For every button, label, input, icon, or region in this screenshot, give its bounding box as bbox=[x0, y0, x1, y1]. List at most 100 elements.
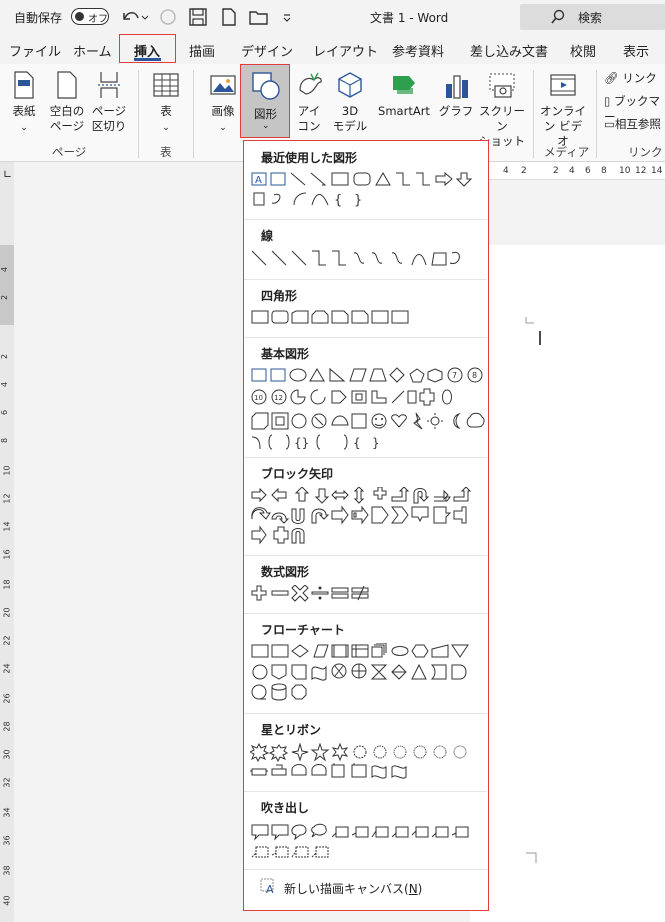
ruler-tick-label: 4 bbox=[0, 266, 10, 273]
online-video-label-1: オンライ bbox=[540, 104, 586, 118]
ruler-tick-label: 10 bbox=[2, 465, 12, 476]
tab-layout[interactable]: レイアウト bbox=[313, 41, 378, 60]
screenshot-label-1: スクリーン bbox=[479, 104, 525, 133]
page-break-icon bbox=[98, 72, 120, 98]
ribbon-separator bbox=[533, 70, 534, 158]
new-document-icon[interactable] bbox=[220, 6, 238, 28]
section-equation-shapes: 数式図形 bbox=[261, 565, 310, 579]
tab-references[interactable]: 参考資料 bbox=[392, 41, 444, 60]
ruler-tick-label: 4 bbox=[503, 166, 509, 176]
ruler-tick-label: 26 bbox=[2, 693, 12, 704]
tab-draw[interactable]: 描画 bbox=[189, 41, 215, 60]
section-recent-shapes: 最近使用した図形 bbox=[261, 151, 358, 165]
tab-mailings[interactable]: 差し込み文書 bbox=[470, 41, 548, 60]
svg-text:7: 7 bbox=[452, 371, 457, 380]
equation-shapes-row[interactable] bbox=[250, 585, 488, 605]
recent-shapes-row[interactable]: A { } bbox=[250, 171, 488, 211]
svg-text:{}: {} bbox=[294, 436, 309, 450]
chart-label: グラフ bbox=[438, 104, 474, 118]
open-folder-icon[interactable] bbox=[248, 6, 270, 28]
tab-file[interactable]: ファイル bbox=[9, 41, 61, 60]
ruler-tick-label: 6 bbox=[0, 409, 10, 416]
bird-icon bbox=[299, 72, 322, 95]
autosave-toggle[interactable]: オフ bbox=[71, 8, 109, 25]
tab-design[interactable]: デザイン bbox=[241, 41, 293, 60]
link-label: リンク bbox=[622, 71, 657, 85]
ruler-tick-label: 2 bbox=[521, 166, 527, 176]
lines-row[interactable] bbox=[250, 249, 488, 269]
ribbon-separator bbox=[138, 70, 139, 158]
section-divider bbox=[244, 457, 487, 458]
ribbon-separator bbox=[596, 70, 597, 158]
callouts-grid[interactable] bbox=[250, 823, 488, 863]
ruler-tick-label: 2 bbox=[553, 166, 559, 176]
stars-ribbons-grid[interactable] bbox=[250, 743, 488, 783]
chart-button[interactable]: グラフ bbox=[438, 70, 474, 119]
cross-reference-button[interactable]: ▭相互参照 bbox=[604, 116, 661, 132]
cross-reference-label: 相互参照 bbox=[614, 117, 661, 131]
link-button[interactable]: 🔗︎ リンク bbox=[604, 70, 657, 86]
image-button[interactable]: 画像 ⌄ bbox=[204, 70, 242, 136]
shapes-gallery: 最近使用した図形 A { } 線 四角形 基本図形 7 8 10 12 {} {… bbox=[243, 140, 489, 911]
cross-reference-icon: ▭ bbox=[604, 117, 615, 131]
ruler-tick-label: 40 bbox=[2, 895, 12, 906]
icons-button[interactable]: アイ コン bbox=[292, 70, 326, 134]
ruler-tick-label: 18 bbox=[2, 579, 12, 590]
svg-text:8: 8 bbox=[472, 371, 477, 380]
svg-text:}: } bbox=[372, 436, 380, 450]
page-break-label-1: ページ bbox=[91, 104, 127, 118]
page-break-button[interactable]: ページ 区切り bbox=[89, 70, 129, 134]
blank-page-button[interactable]: 空白の ページ bbox=[46, 70, 88, 134]
shapes-label: 図形 bbox=[254, 107, 277, 121]
margin-corner bbox=[526, 852, 537, 863]
new-drawing-canvas-link[interactable]: 新しい描画キャンバス(N) bbox=[284, 880, 422, 897]
redo-icon[interactable] bbox=[157, 6, 179, 28]
ruler-tick-label: 14 bbox=[651, 166, 663, 176]
table-button[interactable]: 表 ⌄ bbox=[148, 70, 184, 136]
cover-page-icon bbox=[14, 71, 34, 99]
undo-icon[interactable] bbox=[120, 6, 148, 28]
chevron-down-icon: ⌄ bbox=[262, 121, 270, 131]
icons-label-1: アイ bbox=[297, 104, 321, 118]
save-icon[interactable] bbox=[188, 6, 208, 28]
ruler-tick-label: 2 bbox=[0, 353, 10, 360]
customize-qat-icon[interactable] bbox=[282, 6, 292, 28]
flowchart-grid[interactable] bbox=[250, 643, 488, 707]
3d-label-2: モデル bbox=[332, 119, 368, 133]
canvas-icon-glyph: A bbox=[266, 883, 274, 895]
tab-home[interactable]: ホーム bbox=[73, 41, 112, 60]
section-rectangles: 四角形 bbox=[261, 289, 298, 303]
new-canvas-accelerator: N bbox=[408, 882, 418, 896]
ruler-tick-label: 12 bbox=[2, 493, 12, 504]
online-video-button[interactable]: オンライン ビデオ bbox=[540, 70, 586, 149]
link-icon: 🔗︎ bbox=[604, 71, 619, 85]
search-box[interactable]: 検索 bbox=[520, 4, 665, 30]
section-callouts: 吹き出し bbox=[261, 801, 310, 815]
block-arrows-grid[interactable] bbox=[250, 487, 488, 549]
document-page[interactable] bbox=[470, 245, 665, 922]
canvas-icon: A bbox=[260, 878, 274, 895]
ruler-tick-label: 22 bbox=[2, 635, 12, 646]
shapes-button[interactable]: 図形 ⌄ bbox=[240, 64, 290, 138]
section-block-arrows: ブロック矢印 bbox=[261, 467, 334, 481]
cover-page-button[interactable]: 表紙 ⌄ bbox=[8, 70, 40, 136]
table-label: 表 bbox=[160, 104, 172, 118]
smartart-button[interactable]: SmartArt bbox=[374, 70, 434, 119]
document-title: 文書 1 - Word bbox=[370, 11, 449, 25]
ruler-tick-label: 30 bbox=[2, 749, 12, 760]
rectangles-row[interactable] bbox=[250, 309, 488, 327]
page-break-label-2: 区切り bbox=[91, 119, 127, 133]
3d-models-button[interactable]: 3D モデル bbox=[328, 70, 372, 134]
tab-stop-selector[interactable]: ∟ bbox=[3, 168, 12, 181]
cover-page-label: 表紙 bbox=[12, 104, 36, 118]
ruler-tick-label: 34 bbox=[2, 807, 12, 818]
screenshot-button[interactable]: スクリーン ショット bbox=[474, 70, 530, 149]
vertical-ruler-margin bbox=[0, 245, 14, 325]
blank-page-label-1: 空白の bbox=[49, 104, 85, 118]
tab-review[interactable]: 校閲 bbox=[570, 41, 596, 60]
title-bar: 自動保存 オフ 文書 1 - Word 検索 bbox=[0, 0, 665, 34]
tab-view[interactable]: 表示 bbox=[623, 41, 649, 60]
ruler-tick-label: 32 bbox=[2, 777, 12, 788]
ruler-tick-label: 20 bbox=[2, 607, 12, 618]
basic-shapes-grid[interactable]: 7 8 10 12 {} { } bbox=[250, 367, 488, 451]
